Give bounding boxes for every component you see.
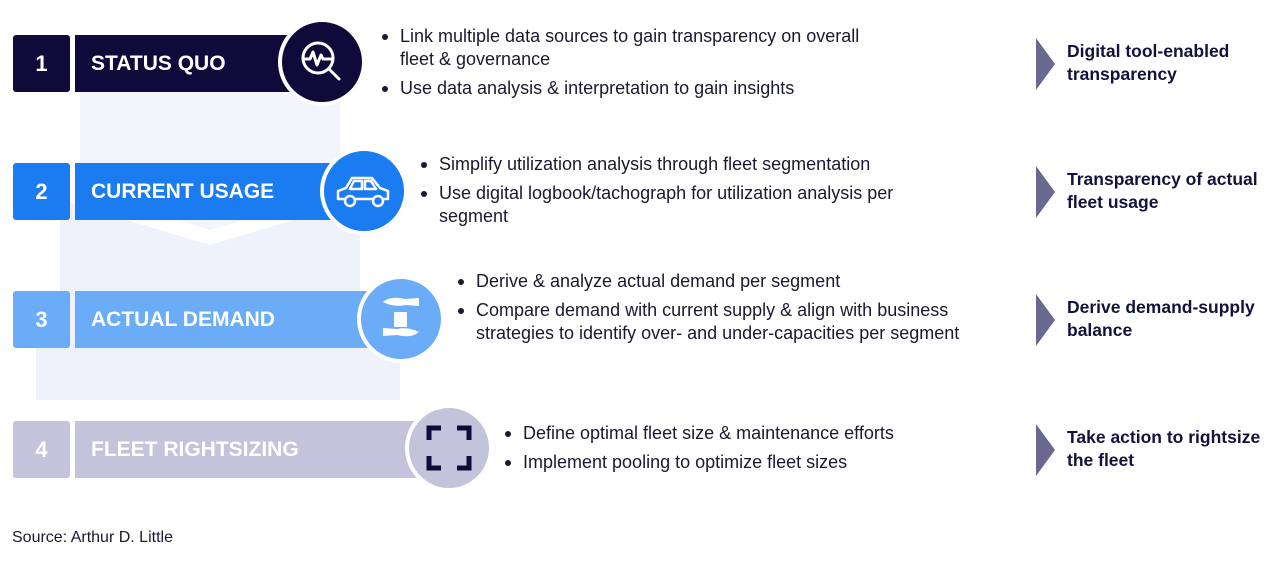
source-note: Source: Arthur D. Little bbox=[12, 529, 173, 546]
bullet: Use digital logbook/tachograph for utili… bbox=[419, 182, 949, 228]
step-2-label: CURRENT USAGE bbox=[75, 163, 347, 220]
bullet: Link multiple data sources to gain trans… bbox=[380, 25, 880, 71]
step-1-result: Digital tool-enabled transparency bbox=[1036, 38, 1284, 90]
step-1-label: STATUS QUO bbox=[75, 35, 305, 92]
arrow-icon bbox=[1036, 166, 1055, 218]
bullet: Use data analysis & interpretation to ga… bbox=[380, 77, 880, 100]
result-text: Take action to rightsize the fleet bbox=[1067, 427, 1261, 470]
step-2-number: 2 bbox=[13, 163, 70, 220]
car-icon bbox=[320, 147, 408, 235]
result-text: Transparency of actual fleet usage bbox=[1067, 169, 1258, 212]
result-text: Derive demand-supply balance bbox=[1067, 297, 1255, 340]
step-3-label: ACTUAL DEMAND bbox=[75, 291, 385, 348]
bullet: Define optimal fleet size & maintenance … bbox=[503, 422, 1023, 445]
bullet: Derive & analyze actual demand per segme… bbox=[456, 270, 1026, 293]
step-2-result: Transparency of actual fleet usage bbox=[1036, 166, 1284, 218]
arrow-icon bbox=[1036, 294, 1055, 346]
arrow-icon bbox=[1036, 424, 1055, 476]
magnifier-pulse-icon bbox=[278, 18, 366, 106]
step-3-bullets: Derive & analyze actual demand per segme… bbox=[456, 270, 1026, 351]
arrow-icon bbox=[1036, 38, 1055, 90]
step-3-result: Derive demand-supply balance bbox=[1036, 294, 1284, 346]
step-2-bullets: Simplify utilization analysis through fl… bbox=[419, 153, 979, 234]
bullet: Implement pooling to optimize fleet size… bbox=[503, 451, 1023, 474]
step-1-number: 1 bbox=[13, 35, 70, 92]
step-1-bullets: Link multiple data sources to gain trans… bbox=[380, 25, 880, 106]
step-4-result: Take action to rightsize the fleet bbox=[1036, 424, 1284, 476]
step-4-number: 4 bbox=[13, 421, 70, 478]
resize-frame-icon bbox=[405, 404, 493, 492]
bullet: Simplify utilization analysis through fl… bbox=[419, 153, 979, 176]
bullet: Compare demand with current supply & ali… bbox=[456, 299, 1026, 345]
step-4-label: FLEET RIGHTSIZING bbox=[75, 421, 425, 478]
hands-document-icon bbox=[357, 275, 445, 363]
step-4-bullets: Define optimal fleet size & maintenance … bbox=[503, 422, 1023, 480]
fleet-process-diagram: 1 STATUS QUO Link multiple data sources … bbox=[0, 0, 1284, 562]
result-text: Digital tool-enabled transparency bbox=[1067, 41, 1230, 84]
step-3-number: 3 bbox=[13, 291, 70, 348]
